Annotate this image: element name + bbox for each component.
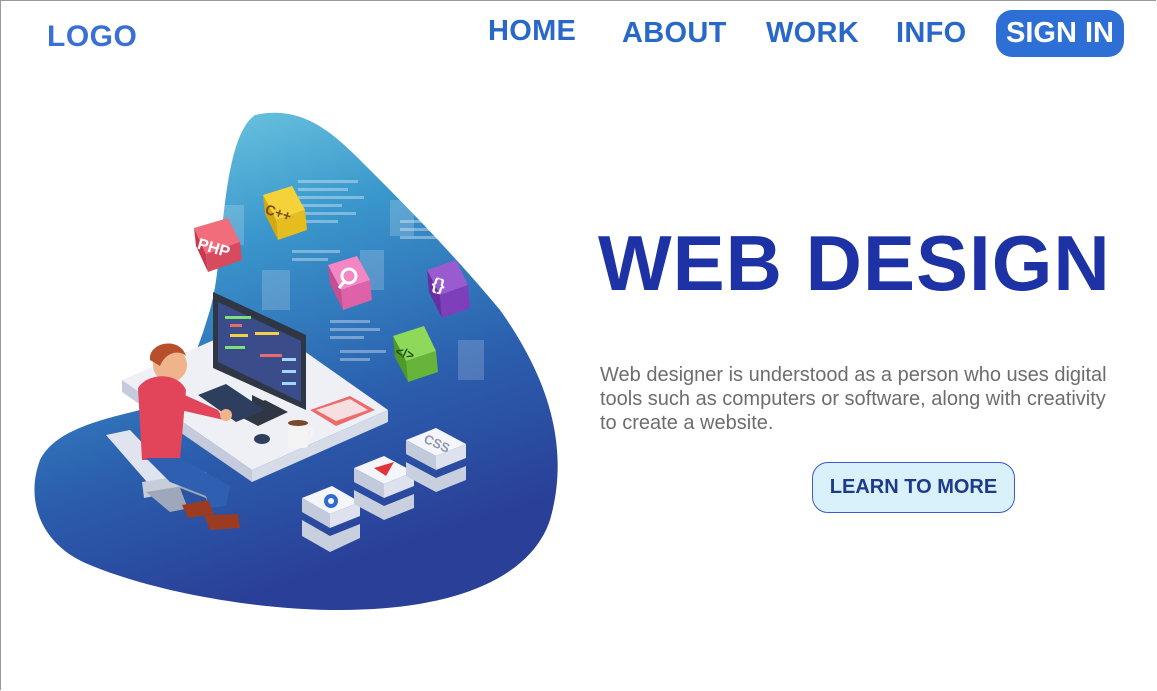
nav-about[interactable]: ABOUT [622, 17, 727, 50]
hero-description: Web designer is understood as a person w… [600, 364, 1107, 434]
nav-info[interactable]: INFO [896, 17, 966, 50]
web-designer-illustration: PHP C++ {} </> CSS [34, 112, 558, 610]
mouse-icon [254, 434, 270, 444]
learn-more-button[interactable]: LEARN TO MORE [812, 462, 1015, 513]
logo[interactable]: LOGO [47, 20, 137, 54]
nav-work[interactable]: WORK [766, 17, 859, 50]
nav-home[interactable]: HOME [488, 15, 576, 48]
hero-title: WEB DESIGN [598, 219, 1111, 307]
sign-in-button[interactable]: SIGN IN [996, 10, 1124, 57]
